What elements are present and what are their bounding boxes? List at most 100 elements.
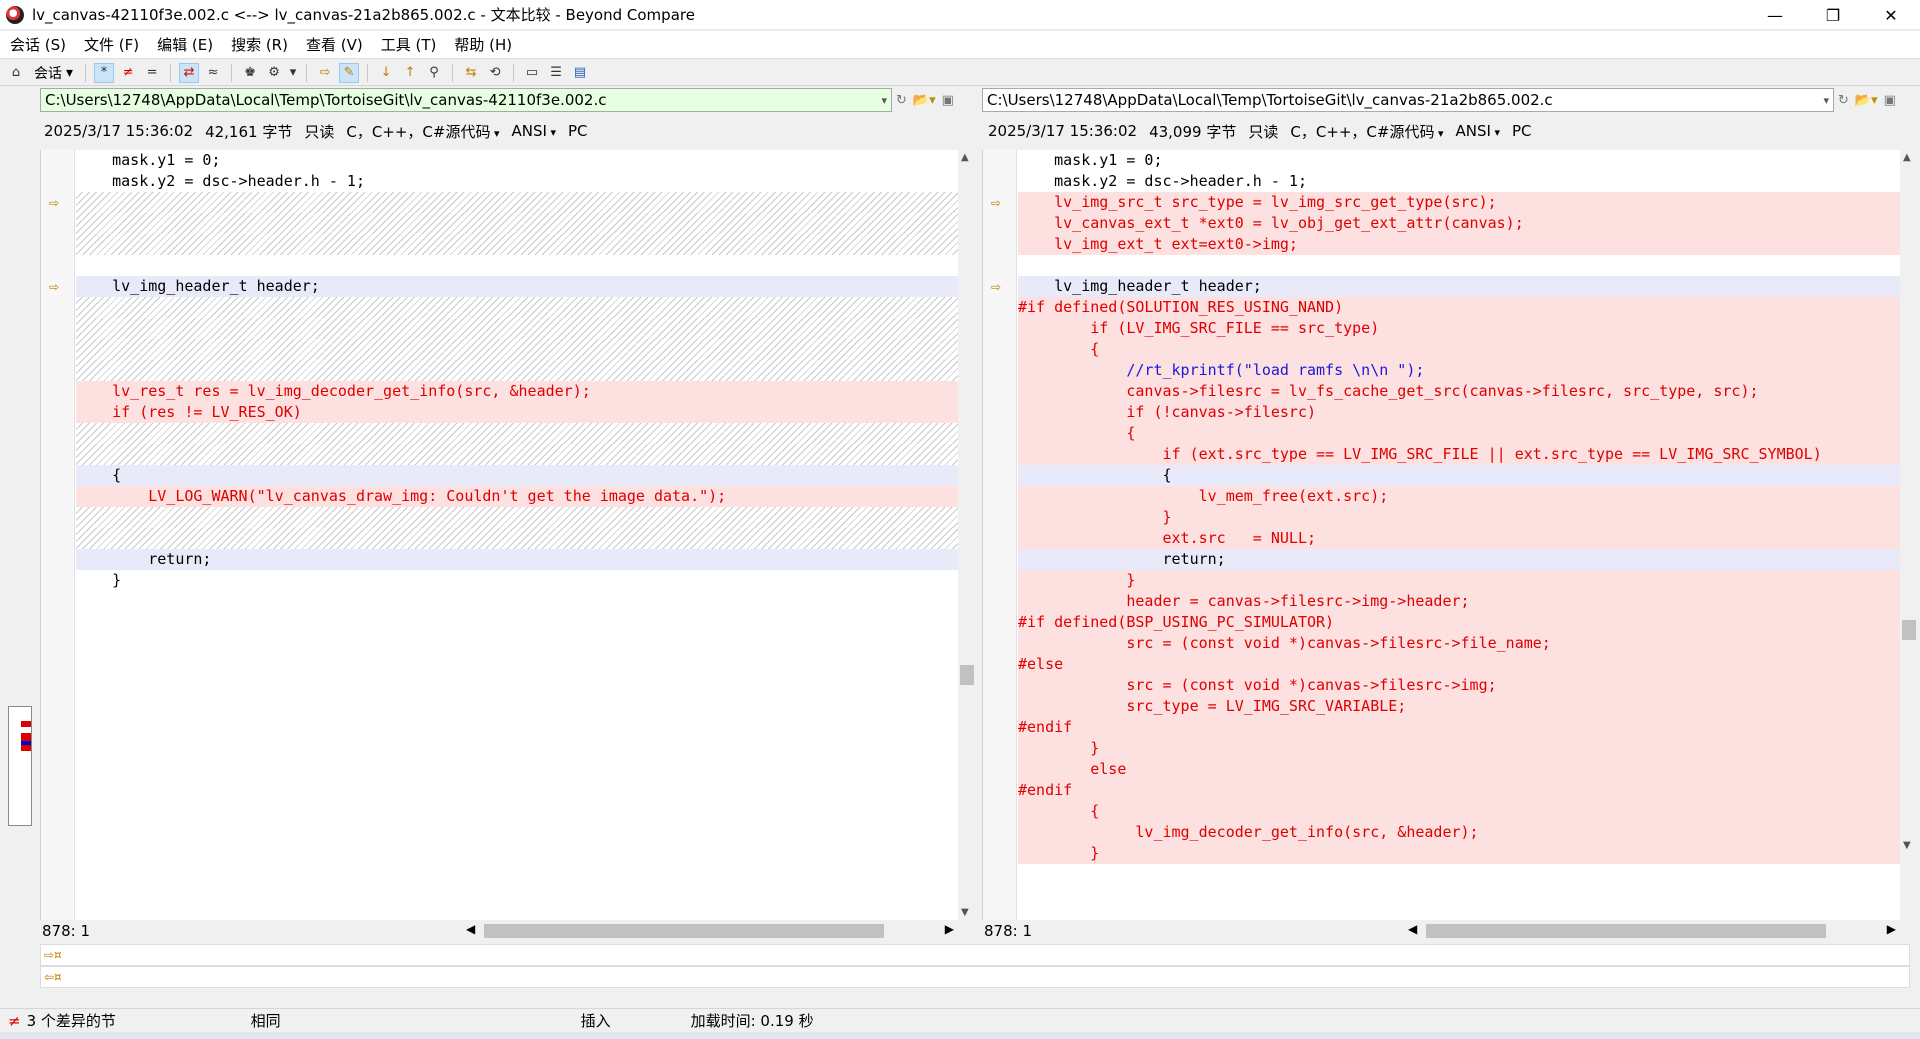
code-line[interactable] — [76, 528, 958, 549]
code-line[interactable]: #else — [1018, 654, 1900, 675]
chevron-down-icon[interactable]: ▾ — [288, 63, 298, 83]
code-line[interactable]: } — [1018, 507, 1900, 528]
scroll-right-icon[interactable]: ▶ — [945, 922, 954, 936]
copy-to-right-icon[interactable]: ⇨ — [315, 63, 335, 83]
chevron-down-icon[interactable]: ▾ — [881, 94, 887, 107]
menu-search[interactable]: 搜索 (R) — [221, 34, 296, 55]
code-line[interactable] — [76, 444, 958, 465]
code-line[interactable]: } — [76, 570, 958, 591]
code-line[interactable]: lv_res_t res = lv_img_decoder_get_info(s… — [76, 381, 958, 402]
scroll-left-icon[interactable]: ◀ — [466, 922, 475, 936]
code-line[interactable]: if (res != LV_RES_OK) — [76, 402, 958, 423]
code-line[interactable] — [76, 507, 958, 528]
rules-icon[interactable]: ⇄ — [179, 62, 200, 83]
code-line[interactable]: { — [1018, 423, 1900, 444]
minimize-button[interactable]: — — [1746, 0, 1804, 30]
code-line[interactable]: lv_img_decoder_get_info(src, &header); — [1018, 822, 1900, 843]
code-line[interactable]: #if defined(BSP_USING_PC_SIMULATOR) — [1018, 612, 1900, 633]
code-line[interactable] — [76, 339, 958, 360]
code-line[interactable]: lv_mem_free(ext.src); — [1018, 486, 1900, 507]
code-line[interactable]: lv_img_header_t header; — [1018, 276, 1900, 297]
code-line[interactable]: else — [1018, 759, 1900, 780]
code-line[interactable]: { — [1018, 801, 1900, 822]
code-line[interactable]: src = (const void *)canvas->filesrc->img… — [1018, 675, 1900, 696]
code-line[interactable]: #endif — [1018, 717, 1900, 738]
code-line[interactable] — [76, 192, 958, 213]
scroll-right-icon[interactable]: ▶ — [1887, 922, 1896, 936]
session-dropdown[interactable]: 会话 ▾ — [30, 63, 77, 83]
code-line[interactable]: src_type = LV_IMG_SRC_VARIABLE; — [1018, 696, 1900, 717]
code-line[interactable]: ext.src = NULL; — [1018, 528, 1900, 549]
code-line[interactable] — [76, 255, 958, 276]
code-line[interactable]: #endif — [1018, 780, 1900, 801]
diff-arrow-icon[interactable]: ⇨ — [991, 196, 1007, 210]
save-icon[interactable]: ▣ — [1884, 93, 1896, 108]
next-diff-icon[interactable]: ↓ — [376, 63, 396, 83]
chevron-down-icon[interactable]: ▾ — [1823, 94, 1829, 107]
right-vertical-scrollbar[interactable]: ▲ ▼ — [1900, 150, 1918, 920]
menu-tools[interactable]: 工具 (T) — [371, 34, 445, 55]
right-lineend[interactable]: PC — [1512, 122, 1532, 140]
folder-open-icon[interactable]: 📂▾ — [913, 93, 936, 108]
code-line[interactable]: if (ext.src_type == LV_IMG_SRC_FILE || e… — [1018, 444, 1900, 465]
session-settings-icon[interactable]: ♚ — [240, 63, 260, 83]
code-line[interactable]: lv_img_ext_t ext=ext0->img; — [1018, 234, 1900, 255]
edit-icon[interactable]: ✎ — [339, 62, 360, 83]
code-line[interactable]: return; — [1018, 549, 1900, 570]
code-line[interactable]: mask.y2 = dsc->header.h - 1; — [76, 171, 958, 192]
menu-session[interactable]: 会话 (S) — [0, 34, 74, 55]
code-line[interactable]: lv_canvas_ext_t *ext0 = lv_obj_get_ext_a… — [1018, 213, 1900, 234]
code-line[interactable]: mask.y1 = 0; — [76, 150, 958, 171]
scroll-left-icon[interactable]: ◀ — [1408, 922, 1417, 936]
right-format-select[interactable]: C，C++，C#源代码 — [1290, 121, 1443, 142]
left-horizontal-scrollbar[interactable]: ◀ ▶ — [460, 922, 960, 940]
code-line[interactable]: { — [1018, 465, 1900, 486]
menu-view[interactable]: 查看 (V) — [296, 34, 371, 55]
code-line[interactable]: if (!canvas->filesrc) — [1018, 402, 1900, 423]
code-line[interactable]: #if defined(SOLUTION_RES_USING_NAND) — [1018, 297, 1900, 318]
scroll-down-icon[interactable]: ▼ — [1903, 840, 1911, 851]
format-icon[interactable]: ⚙ — [264, 63, 284, 83]
code-line[interactable]: mask.y2 = dsc->header.h - 1; — [1018, 171, 1900, 192]
code-line[interactable]: lv_img_src_t src_type = lv_img_src_get_t… — [1018, 192, 1900, 213]
code-line[interactable]: mask.y1 = 0; — [1018, 150, 1900, 171]
code-line[interactable] — [1018, 255, 1900, 276]
code-line[interactable]: if (LV_IMG_SRC_FILE == src_type) — [1018, 318, 1900, 339]
show-same-icon[interactable]: = — [142, 63, 162, 83]
left-readonly[interactable]: 只读 — [304, 121, 334, 142]
left-encoding-select[interactable]: ANSI — [512, 122, 556, 140]
scroll-up-icon[interactable]: ▲ — [961, 152, 969, 163]
right-hscroll-thumb[interactable] — [1426, 924, 1826, 938]
code-line[interactable]: src = (const void *)canvas->filesrc->fil… — [1018, 633, 1900, 654]
right-readonly[interactable]: 只读 — [1248, 121, 1278, 142]
code-line[interactable]: { — [1018, 339, 1900, 360]
swap-sides-icon[interactable]: ⇆ — [461, 63, 481, 83]
view-icon[interactable]: ▭ — [522, 63, 542, 83]
left-hscroll-thumb[interactable] — [484, 924, 884, 938]
code-line[interactable]: } — [1018, 570, 1900, 591]
history-icon[interactable]: ↻ — [896, 93, 907, 108]
show-diffs-icon[interactable]: ≠ — [118, 63, 138, 83]
left-code-area[interactable]: mask.y1 = 0; mask.y2 = dsc->header.h - 1… — [76, 150, 958, 920]
similar-icon[interactable]: ≈ — [203, 63, 223, 83]
left-path-field[interactable]: C:\Users\12748\AppData\Local\Temp\Tortoi… — [40, 88, 892, 112]
scroll-down-icon[interactable]: ▼ — [961, 907, 969, 918]
show-all-icon[interactable]: * — [94, 62, 115, 83]
right-path-field[interactable]: C:\Users\12748\AppData\Local\Temp\Tortoi… — [982, 88, 1834, 112]
right-scroll-thumb[interactable] — [1902, 620, 1916, 640]
right-horizontal-scrollbar[interactable]: ◀ ▶ — [1402, 922, 1902, 940]
menu-edit[interactable]: 编辑 (E) — [147, 34, 221, 55]
code-line[interactable]: //rt_kprintf("load ramfs \n\n "); — [1018, 360, 1900, 381]
left-format-select[interactable]: C，C++，C#源代码 — [346, 121, 499, 142]
right-line-detail[interactable]: ⇦¤ — [40, 966, 1910, 988]
left-line-detail[interactable]: ⇨¤ — [40, 944, 1910, 966]
left-scroll-thumb[interactable] — [960, 665, 974, 685]
code-line[interactable]: lv_img_header_t header; — [76, 276, 958, 297]
code-line[interactable] — [76, 234, 958, 255]
home-icon[interactable]: ⌂ — [6, 63, 26, 83]
left-lineend[interactable]: PC — [568, 122, 588, 140]
code-line[interactable]: return; — [76, 549, 958, 570]
diff-arrow-icon[interactable]: ⇨ — [49, 196, 65, 210]
menu-file[interactable]: 文件 (F) — [74, 34, 147, 55]
code-line[interactable]: LV_LOG_WARN("lv_canvas_draw_img: Couldn'… — [76, 486, 958, 507]
